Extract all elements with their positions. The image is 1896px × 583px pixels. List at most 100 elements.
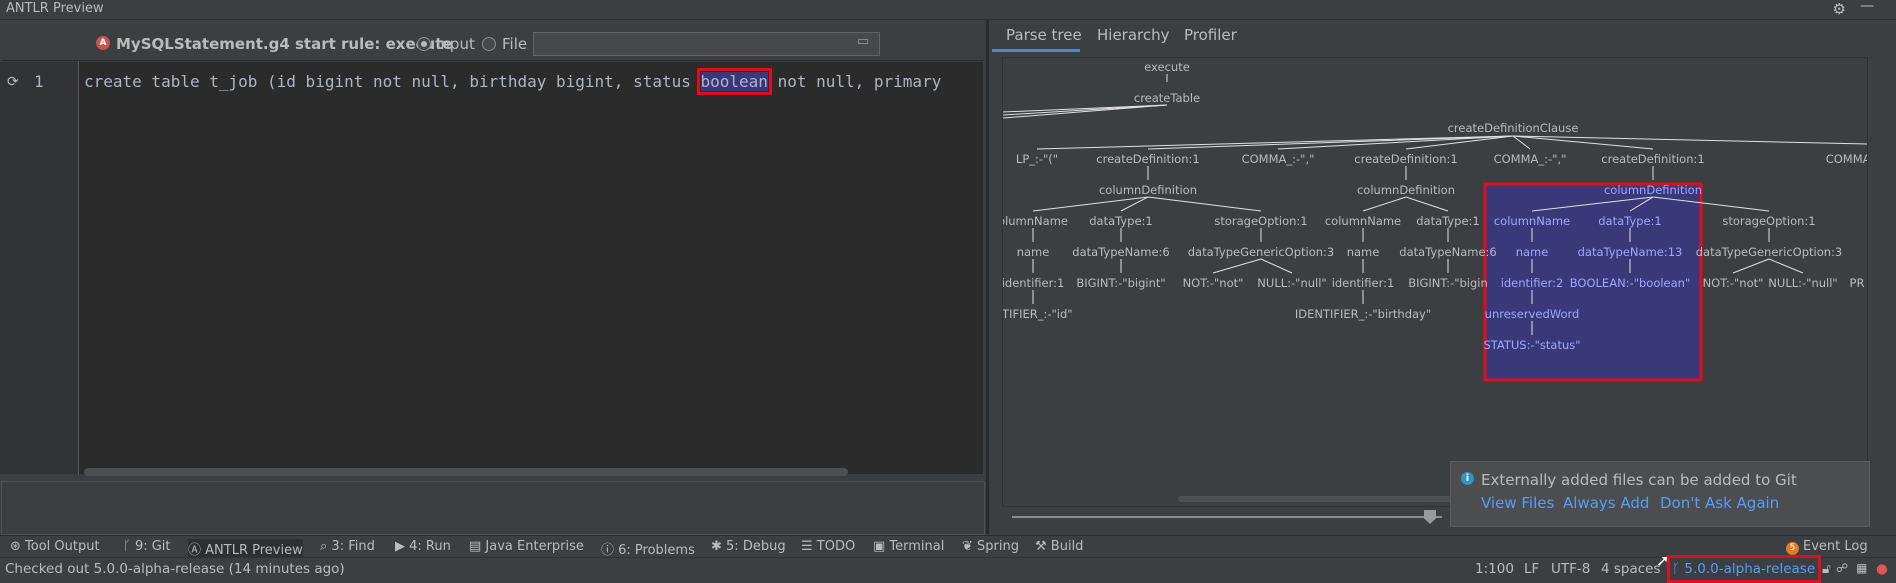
todo-button[interactable]: ☰ TODO bbox=[801, 539, 855, 554]
node-comma: COMMA_:- bbox=[1826, 152, 1867, 166]
node-storage-option: storageOption:1 bbox=[1214, 214, 1307, 228]
node-identifier: identifier:1 bbox=[1003, 276, 1064, 290]
node-create-definition-clause: createDefinitionClause bbox=[1448, 121, 1579, 135]
node-data-type-name: dataTypeName:13 bbox=[1578, 245, 1683, 259]
code-after: not null, primary bbox=[767, 72, 942, 91]
editor-horizontal-scrollbar[interactable] bbox=[84, 468, 848, 476]
node-name: name bbox=[1017, 245, 1050, 259]
tree-edges bbox=[1003, 74, 1867, 335]
input-editor[interactable] bbox=[79, 62, 983, 474]
event-log-button[interactable]: 5 Event Log bbox=[1786, 539, 1868, 555]
node-identifier-token: IDENTIFIER_:-"birthday" bbox=[1295, 307, 1431, 321]
node-not-token: NOT:-"not" bbox=[1703, 276, 1764, 290]
minimize-icon[interactable]: — bbox=[1860, 0, 1874, 14]
event-count-badge: 5 bbox=[1786, 542, 1799, 555]
code-highlighted-token: boolean bbox=[696, 68, 772, 95]
view-files-link[interactable]: View Files bbox=[1481, 494, 1554, 512]
tab-profiler[interactable]: Profiler bbox=[1184, 26, 1237, 44]
tab-parse-tree[interactable]: Parse tree bbox=[1006, 26, 1082, 44]
folder-browse-icon[interactable]: ▭ bbox=[857, 34, 869, 49]
node-data-type-name: dataTypeName:6 bbox=[1399, 245, 1496, 259]
node-column-definition: columnDefinition bbox=[1099, 183, 1197, 197]
dont-ask-again-link[interactable]: Don't Ask Again bbox=[1660, 494, 1779, 512]
file-radio-label[interactable]: File bbox=[502, 35, 527, 53]
antlr-icon: A bbox=[96, 36, 110, 50]
problems-icon: ⓘ bbox=[601, 543, 619, 558]
line-number: 1 bbox=[34, 72, 44, 91]
node-bigint-token: BIGINT:-"bigin bbox=[1408, 276, 1488, 290]
node-column-name: columnName bbox=[1325, 214, 1401, 228]
tree-edge bbox=[1362, 196, 1407, 212]
tool-output-icon: ⊛ bbox=[10, 539, 26, 554]
tree-edge bbox=[1260, 258, 1293, 274]
git-button[interactable]: ᚴ 9: Git bbox=[123, 539, 171, 554]
spring-leaf-icon: ❦ bbox=[962, 539, 978, 554]
input-radio-label[interactable]: Input bbox=[436, 35, 475, 53]
antlr-small-icon: Ⓐ bbox=[188, 543, 206, 558]
indent-setting[interactable]: 4 spaces bbox=[1601, 561, 1661, 577]
node-name: name bbox=[1347, 245, 1380, 259]
node-column-definition: columnDefinition bbox=[1357, 183, 1455, 197]
problems-button[interactable]: ⓘ 6: Problems bbox=[601, 539, 695, 558]
status-message[interactable]: Checked out 5.0.0-alpha-release (14 minu… bbox=[5, 561, 345, 577]
window-title: ANTLR Preview bbox=[6, 1, 104, 16]
spring-button[interactable]: ❦ Spring bbox=[962, 539, 1019, 554]
node-unreserved-word: unreservedWord bbox=[1485, 307, 1580, 321]
node-status-token: STATUS:-"status" bbox=[1483, 338, 1580, 352]
input-radio[interactable] bbox=[417, 37, 431, 51]
list-icon: ☰ bbox=[801, 539, 817, 554]
always-add-link[interactable]: Always Add bbox=[1563, 494, 1649, 512]
file-radio[interactable] bbox=[482, 37, 496, 51]
node-identifier: identifier:1 bbox=[1332, 276, 1395, 290]
node-create-definition: createDefinition:1 bbox=[1354, 152, 1457, 166]
git-branch-widget[interactable]: ᚴ 5.0.0-alpha-release bbox=[1672, 561, 1815, 577]
parse-tree-canvas[interactable]: execute createTable createDefinitionClau… bbox=[1002, 57, 1868, 507]
tree-edge bbox=[1405, 196, 1449, 212]
build-button[interactable]: ⚒ Build bbox=[1035, 539, 1083, 554]
run-button[interactable]: ▶ 4: Run bbox=[395, 539, 451, 554]
tree-nodes: execute createTable createDefinitionClau… bbox=[1003, 60, 1867, 352]
node-create-definition: createDefinition:1 bbox=[1096, 152, 1199, 166]
git-branch-icon: ᚴ bbox=[123, 539, 135, 554]
antlr-preview-button[interactable]: Ⓐ ANTLR Preview bbox=[188, 539, 303, 558]
code-before: create table t_job (id bigint not null, … bbox=[84, 72, 701, 91]
pane-divider[interactable] bbox=[986, 20, 989, 534]
debug-button[interactable]: ✱ 5: Debug bbox=[711, 539, 786, 554]
node-data-type: dataType:1 bbox=[1089, 214, 1153, 228]
tab-hierarchy[interactable]: Hierarchy bbox=[1097, 26, 1170, 44]
node-data-type-name: dataTypeName:6 bbox=[1072, 245, 1169, 259]
memory-icon[interactable]: ▦ bbox=[1856, 561, 1867, 575]
inspection-icon[interactable]: ☍ bbox=[1836, 561, 1848, 575]
find-button[interactable]: ⌕ 3: Find bbox=[320, 539, 375, 554]
refresh-icon[interactable]: ⟳ bbox=[7, 74, 19, 90]
line-separator[interactable]: LF bbox=[1524, 561, 1539, 577]
file-encoding[interactable]: UTF-8 bbox=[1551, 561, 1590, 577]
lock-icon[interactable]: 🔓︎ bbox=[1822, 561, 1831, 577]
node-boolean-token: BOOLEAN:-"boolean" bbox=[1570, 276, 1691, 290]
node-name: name bbox=[1516, 245, 1549, 259]
tree-edge bbox=[1036, 135, 1514, 150]
console-area bbox=[1, 481, 985, 535]
error-indicator-icon[interactable]: ● bbox=[1876, 561, 1888, 577]
node-create-table: createTable bbox=[1134, 91, 1200, 105]
tool-output-button[interactable]: ⊛ Tool Output bbox=[10, 539, 100, 554]
node-comma: COMMA_:-"," bbox=[1494, 152, 1567, 166]
terminal-button[interactable]: ▣ Terminal bbox=[873, 539, 944, 554]
node-identifier: identifier:2 bbox=[1501, 276, 1564, 290]
active-tab-indicator bbox=[992, 49, 1080, 52]
file-path-field[interactable] bbox=[533, 32, 880, 56]
node-primary-token: PR bbox=[1850, 276, 1865, 290]
java-enterprise-button[interactable]: ▤ Java Enterprise bbox=[469, 539, 584, 554]
node-column-name: columnName bbox=[1494, 214, 1570, 228]
node-bigint-token: BIGINT:-"bigint" bbox=[1076, 276, 1165, 290]
terminal-icon: ▣ bbox=[873, 539, 890, 554]
node-null-token: NULL:-"null" bbox=[1768, 276, 1837, 290]
tree-edge bbox=[1768, 258, 1804, 274]
code-line[interactable]: create table t_job (id bigint not null, … bbox=[84, 68, 942, 95]
tree-edge bbox=[1212, 258, 1262, 274]
node-storage-option: storageOption:1 bbox=[1722, 214, 1815, 228]
zoom-slider-track[interactable] bbox=[1012, 516, 1442, 518]
tree-edge bbox=[1512, 135, 1531, 150]
gear-icon[interactable]: ⚙ bbox=[1833, 0, 1846, 18]
caret-position[interactable]: 1:100 bbox=[1475, 561, 1514, 577]
